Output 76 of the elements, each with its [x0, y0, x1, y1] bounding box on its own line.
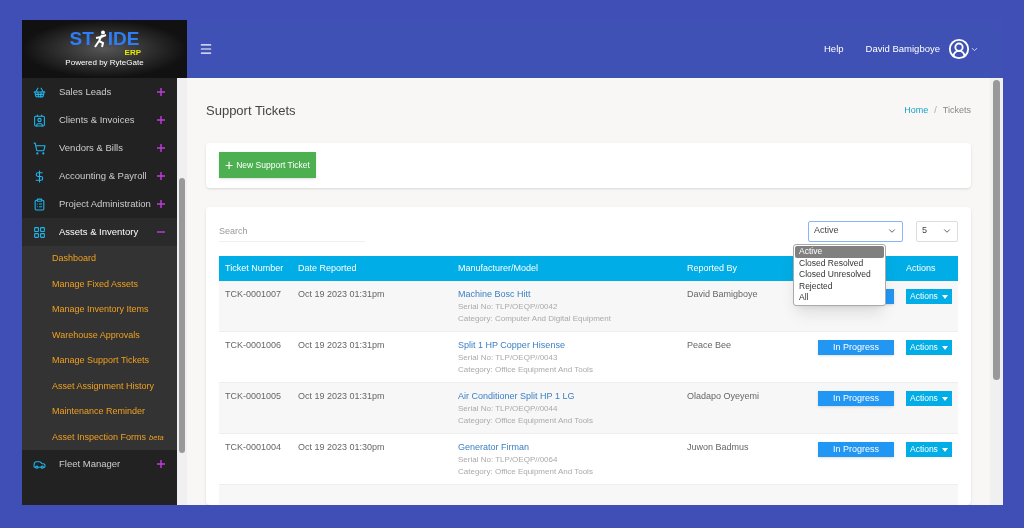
- submenu-item[interactable]: Manage Support Tickets: [52, 354, 150, 368]
- serial-number: Serial No: TLP/OEQP//0043: [458, 351, 558, 364]
- caret-icon: [941, 396, 948, 401]
- date-reported: Oct 19 2023 01:31pm: [298, 340, 385, 350]
- date-reported: Oct 19 2023 01:30pm: [298, 442, 385, 452]
- reporter-name: Juwon Badmus: [687, 442, 749, 452]
- logo-suffix: ERP: [124, 48, 141, 57]
- submenu-item[interactable]: Warehouse Approvals: [52, 328, 140, 342]
- category: Category: Office Equipment And Tools: [458, 415, 593, 427]
- sidebar-item[interactable]: Accounting & Payroll: [22, 162, 177, 190]
- help-link[interactable]: Help: [824, 41, 844, 57]
- serial-number: Serial No: TLP/OEQP//0044: [458, 402, 558, 415]
- ticket-number: TCK-0001007: [225, 289, 282, 299]
- search-field[interactable]: Search: [219, 220, 365, 242]
- chevron-icon: [887, 226, 897, 236]
- sidebar-item[interactable]: Vendors & Bills: [22, 134, 177, 162]
- model-link[interactable]: Machine Bosc Hitt: [458, 288, 531, 301]
- dropdown-option[interactable]: Closed Unresolved: [795, 269, 884, 281]
- sidebar-item[interactable]: Assets & Inventory: [22, 218, 177, 246]
- column-header: Actions: [906, 262, 936, 273]
- chevron-icon: [942, 226, 952, 236]
- ticket-number: TCK-0001005: [225, 391, 282, 401]
- breadcrumb-current: Tickets: [942, 103, 971, 117]
- submenu-item[interactable]: Asset Assignment History: [52, 379, 155, 393]
- caret-icon: [941, 294, 948, 299]
- reporter-name: Peace Bee: [687, 340, 732, 350]
- contact-card-icon: [33, 113, 46, 127]
- reporter-name: David Bamigboye: [687, 289, 758, 299]
- dropdown-option[interactable]: Rejected: [795, 280, 884, 292]
- ticket-number: TCK-0001006: [225, 340, 282, 350]
- serial-number: Serial No: TLP/OEQP//0042: [458, 300, 558, 313]
- runner-icon: [93, 30, 108, 48]
- model-link[interactable]: Split 1 HP Copper Hisense: [458, 339, 565, 352]
- submenu-item[interactable]: Manage Inventory Items: [52, 303, 149, 317]
- date-reported: Oct 19 2023 01:31pm: [298, 289, 385, 299]
- submenu-item[interactable]: Manage Fixed Assets: [52, 277, 139, 291]
- submenu-item[interactable]: Maintenance Reminder: [52, 405, 146, 419]
- date-reported: Oct 19 2023 01:31pm: [298, 391, 385, 401]
- dropdown-option[interactable]: Active: [795, 246, 884, 258]
- sidebar-item[interactable]: Project Administration: [22, 190, 177, 218]
- user-name[interactable]: David Bamigboye: [865, 41, 940, 57]
- scrollbar[interactable]: [990, 78, 1003, 505]
- dropdown-option[interactable]: Closed Resolved: [795, 257, 884, 269]
- sidebar-item[interactable]: Fleet Manager: [22, 450, 177, 478]
- reporter-name: Oladapo Oyeyemi: [687, 391, 760, 401]
- sidebar-item[interactable]: Sales Leads: [22, 78, 177, 106]
- submenu-item[interactable]: Dashboard: [52, 252, 97, 266]
- page-title: Support Tickets: [206, 101, 297, 120]
- category: Category: Computer And Digital Equipment: [458, 313, 611, 325]
- scrollbar[interactable]: [177, 78, 187, 505]
- serial-number: Serial No: TLP/OEQP//0064: [458, 453, 558, 466]
- menu-icon[interactable]: [199, 42, 213, 56]
- column-header: Reported By: [687, 262, 738, 273]
- caret-icon: [941, 447, 948, 452]
- clipboard-icon: [33, 197, 46, 211]
- avatar-icon[interactable]: [948, 38, 970, 60]
- ticket-number: TCK-0001004: [225, 442, 282, 452]
- category: Category: Office Equipment And Tools: [458, 364, 593, 376]
- column-header: Date Reported: [298, 262, 357, 273]
- status-select[interactable]: Active: [808, 220, 903, 242]
- sidebar-item[interactable]: Clients & Invoices: [22, 106, 177, 134]
- cart-icon: [33, 141, 46, 155]
- dollar-icon: [33, 169, 46, 183]
- model-link[interactable]: Generator Firman: [458, 441, 530, 454]
- column-header: Manufacturer/Model: [458, 262, 539, 273]
- submenu-item[interactable]: Asset Inspection Forms: [52, 430, 147, 444]
- basket-icon: [33, 85, 46, 99]
- page-size-select[interactable]: 5: [916, 220, 958, 242]
- caret-icon: [941, 345, 948, 350]
- logo: ST IDE ERP Powered by RyteGate: [22, 20, 187, 78]
- model-link[interactable]: Air Conditioner Split HP 1 LG: [458, 390, 575, 403]
- column-header: Ticket Number: [225, 262, 284, 273]
- breadcrumb-separator: /: [934, 103, 937, 117]
- category: Category: Office Equipment And Tools: [458, 466, 593, 478]
- grid-icon: [33, 225, 46, 239]
- dropdown-option[interactable]: All: [795, 292, 884, 304]
